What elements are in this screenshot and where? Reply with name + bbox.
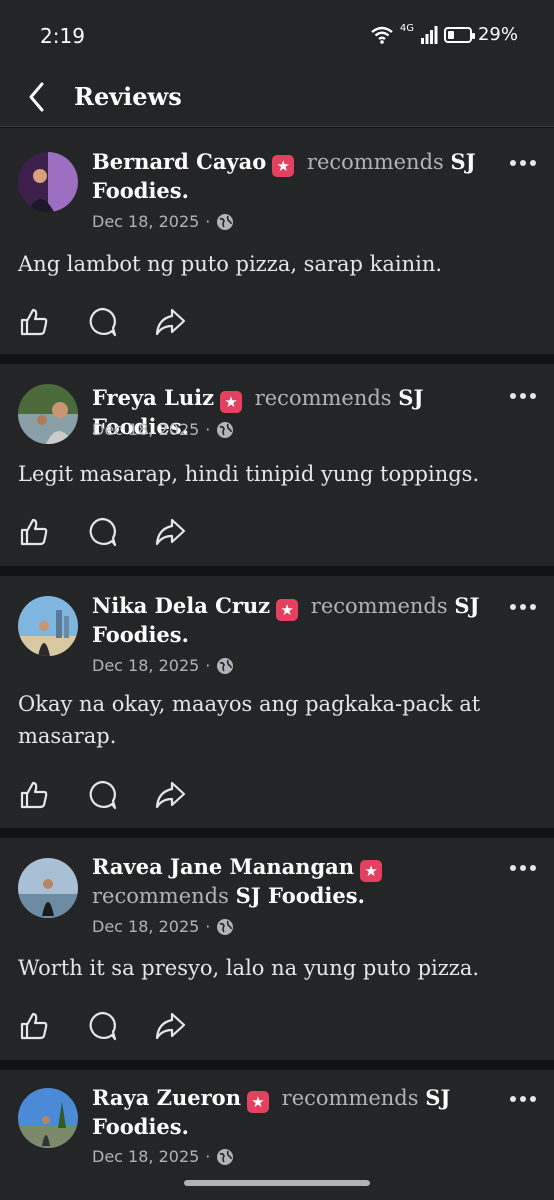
review-card: Nika Dela Cruz ★ recommends SJ Foodies. D… (0, 576, 554, 828)
review-actions (18, 516, 186, 548)
share-icon[interactable] (154, 516, 186, 548)
review-date[interactable]: Dec 18, 2025 (92, 420, 199, 439)
recommends-label: recommends (92, 884, 229, 908)
avatar[interactable] (18, 384, 78, 444)
meta-separator: · (205, 656, 211, 675)
app-header: Reviews (0, 70, 554, 127)
more-options-icon[interactable] (508, 863, 538, 873)
status-icons: 4G 29% (370, 23, 518, 45)
more-options-icon[interactable] (508, 1094, 538, 1104)
network-type: 4G (399, 23, 414, 34)
review-meta: Dec 18, 2025 · (92, 1147, 234, 1166)
clock: 2:19 (40, 24, 85, 48)
page-title: Reviews (74, 82, 182, 111)
review-text: Legit masarap, hindi tinipid yung toppin… (18, 462, 480, 486)
comment-icon[interactable] (86, 306, 118, 338)
reviewer-name[interactable]: Freya Luiz (92, 385, 214, 410)
share-icon[interactable] (154, 306, 186, 338)
globe-icon (217, 918, 234, 935)
review-text: Okay na okay, maayos ang pagkaka-pack at… (18, 692, 481, 748)
meta-separator: · (205, 1147, 211, 1166)
review-header: Nika Dela Cruz ★ recommends SJ Foodies. (92, 592, 492, 649)
review-header: Raya Zueron ★ recommends SJ Foodies. (92, 1084, 492, 1141)
avatar[interactable] (18, 152, 78, 212)
comment-icon[interactable] (86, 779, 118, 811)
review-card: Bernard Cayao ★ recommends SJ Foodies. De… (0, 128, 554, 354)
review-header: Bernard Cayao ★ recommends SJ Foodies. (92, 148, 492, 205)
review-meta: Dec 18, 2025 · (92, 420, 234, 439)
share-icon[interactable] (154, 1010, 186, 1042)
review-meta: Dec 18, 2025 · (92, 917, 234, 936)
review-actions (18, 1010, 186, 1042)
share-icon[interactable] (154, 779, 186, 811)
review-date[interactable]: Dec 18, 2025 (92, 656, 199, 675)
thumbs-up-icon[interactable] (18, 779, 50, 811)
wifi-icon (371, 26, 393, 44)
recommend-star-icon: ★ (360, 860, 383, 882)
avatar[interactable] (18, 1088, 78, 1148)
review-text: Ang lambot ng puto pizza, sarap kainin. (18, 252, 443, 276)
battery-percent: 29% (477, 24, 518, 45)
reviewer-name[interactable]: Ravea Jane Manangan (92, 854, 354, 879)
reviewer-name[interactable]: Raya Zueron (92, 1085, 241, 1110)
globe-icon (217, 213, 234, 230)
battery-icon (443, 26, 475, 43)
review-card: Freya Luiz ★ recommends SJ Foodies. Dec 1… (0, 364, 554, 566)
review-text: Worth it sa presyo, lalo na yung puto pi… (18, 956, 480, 980)
meta-separator: · (205, 212, 211, 231)
review-meta: Dec 18, 2025 · (92, 212, 234, 231)
thumbs-up-icon[interactable] (18, 1010, 50, 1042)
review-actions (18, 306, 186, 338)
more-options-icon[interactable] (508, 391, 538, 401)
recommend-star-icon: ★ (220, 391, 243, 413)
avatar[interactable] (18, 858, 78, 918)
review-actions (18, 779, 186, 811)
review-date[interactable]: Dec 18, 2025 (92, 212, 199, 231)
review-meta: Dec 18, 2025 · (92, 656, 234, 675)
meta-separator: · (205, 420, 211, 439)
signal-icon (420, 25, 438, 44)
home-indicator[interactable] (184, 1180, 370, 1186)
meta-separator: · (205, 917, 211, 936)
review-card: Ravea Jane Manangan ★ recommends SJ Foodi… (0, 838, 554, 1060)
review-date[interactable]: Dec 18, 2025 (92, 1147, 199, 1166)
recommends-label: recommends (310, 594, 448, 618)
back-arrow-icon[interactable] (22, 80, 56, 114)
review-header: Ravea Jane Manangan ★ recommends SJ Foodi… (92, 853, 492, 910)
more-options-icon[interactable] (508, 602, 538, 612)
recommends-label: recommends (306, 150, 444, 174)
globe-icon (217, 657, 234, 674)
globe-icon (217, 421, 234, 438)
recommend-star-icon: ★ (276, 599, 299, 621)
comment-icon[interactable] (86, 516, 118, 548)
more-options-icon[interactable] (508, 158, 538, 168)
recommends-label: recommends (254, 386, 392, 410)
globe-icon (217, 1148, 234, 1165)
reviewer-name[interactable]: Bernard Cayao (92, 149, 266, 174)
recommends-label: recommends (281, 1086, 419, 1110)
status-bar: 2:19 4G 29% (0, 0, 554, 70)
page-name-link[interactable]: SJ Foodies. (236, 883, 365, 908)
recommend-star-icon: ★ (246, 1091, 269, 1113)
recommend-star-icon: ★ (272, 155, 295, 177)
avatar[interactable] (18, 596, 78, 656)
thumbs-up-icon[interactable] (18, 306, 50, 338)
thumbs-up-icon[interactable] (18, 516, 50, 548)
review-date[interactable]: Dec 18, 2025 (92, 917, 199, 936)
reviewer-name[interactable]: Nika Dela Cruz (92, 593, 270, 618)
comment-icon[interactable] (86, 1010, 118, 1042)
